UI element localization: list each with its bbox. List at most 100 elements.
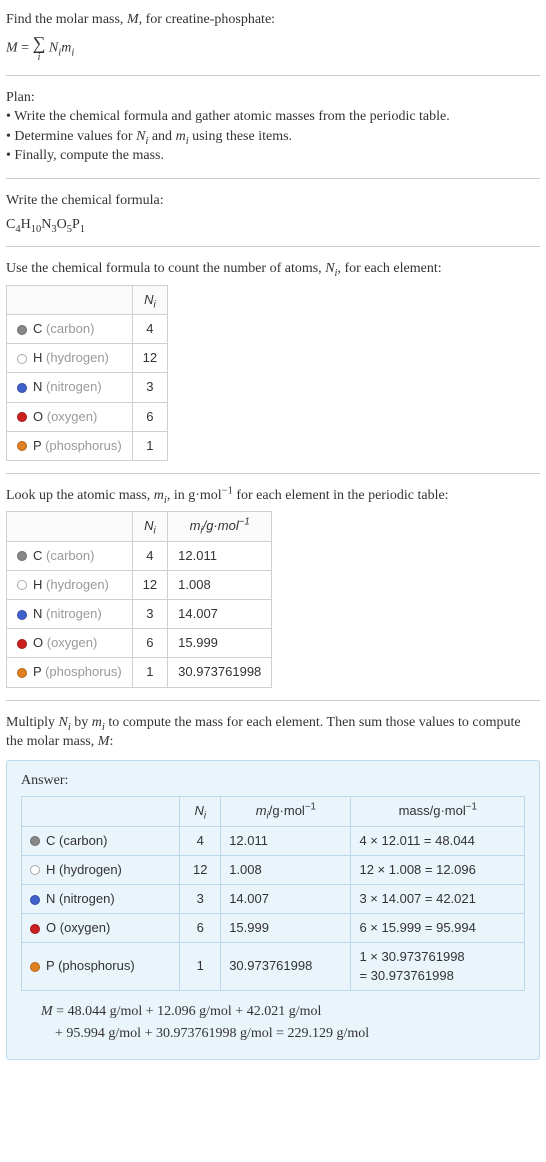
- element-dot-icon: [30, 865, 40, 875]
- element-cell: C (carbon): [7, 541, 133, 570]
- mi-value: 15.999: [221, 914, 351, 943]
- mi-value: 30.973761998: [221, 943, 351, 990]
- element-name: (nitrogen): [59, 891, 115, 906]
- element-name: (carbon): [46, 321, 94, 336]
- element-symbol: P: [46, 958, 54, 973]
- table-row: C (carbon)412.0114 × 12.011 = 48.044: [22, 826, 525, 855]
- ni-value: 1: [180, 943, 221, 990]
- element-cell: H (hydrogen): [7, 570, 133, 599]
- sigma-index: i: [33, 53, 46, 63]
- table-row: N (nitrogen)314.0073 × 14.007 = 42.021: [22, 884, 525, 913]
- element-symbol: O: [33, 409, 43, 424]
- sigma-icon: ∑i: [33, 34, 46, 63]
- equals: =: [18, 40, 33, 55]
- mi-value: 14.007: [168, 600, 272, 629]
- mass-value: 6 × 15.999 = 95.994: [351, 914, 525, 943]
- var-m: M: [98, 734, 110, 749]
- mi-value: 1.008: [168, 570, 272, 599]
- element-cell: H (hydrogen): [22, 855, 180, 884]
- mass-value: 1 × 30.973761998= 30.973761998: [351, 943, 525, 990]
- element-cell: H (hydrogen): [7, 344, 133, 373]
- ni-value: 1: [132, 658, 167, 687]
- element-dot-icon: [17, 412, 27, 422]
- element-dot-icon: [17, 325, 27, 335]
- molar-mass-equation: M = ∑i Nimi: [6, 34, 540, 63]
- ni-value: 6: [132, 629, 167, 658]
- ni-value: 12: [180, 855, 221, 884]
- mass-block: Look up the atomic mass, mi, in g·mol−1 …: [6, 486, 540, 688]
- sum-line-2: + 95.994 g/mol + 30.973761998 g/mol = 22…: [41, 1023, 525, 1045]
- element-h: H: [21, 217, 31, 232]
- element-symbol: N: [33, 379, 42, 394]
- element-symbol: H: [33, 350, 42, 365]
- element-dot-icon: [17, 551, 27, 561]
- element-symbol: N: [33, 606, 42, 621]
- count-block: Use the chemical formula to count the nu…: [6, 259, 540, 461]
- table-row: C (carbon)4: [7, 314, 168, 343]
- table-row: O (oxygen)615.999: [7, 629, 272, 658]
- element-n: N: [41, 217, 51, 232]
- ni-value: 12: [132, 570, 167, 599]
- element-symbol: O: [46, 920, 56, 935]
- divider: [6, 178, 540, 179]
- element-symbol: C: [33, 548, 42, 563]
- col-element: [22, 797, 180, 826]
- mass-heading: Look up the atomic mass, mi, in g·mol−1 …: [6, 486, 540, 506]
- mass-value: 4 × 12.011 = 48.044: [351, 826, 525, 855]
- col-ni: Ni: [132, 512, 167, 541]
- element-p: P: [72, 217, 80, 232]
- multiply-block: Multiply Ni by mi to compute the mass fo…: [6, 713, 540, 752]
- table-row: H (hydrogen)121.008: [7, 570, 272, 599]
- text: , for each element:: [337, 261, 441, 276]
- element-o: O: [57, 217, 67, 232]
- element-cell: O (oxygen): [7, 402, 133, 431]
- element-dot-icon: [30, 962, 40, 972]
- table-row: C (carbon)412.011: [7, 541, 272, 570]
- text: , for creatine-phosphate:: [139, 12, 275, 27]
- element-name: (phosphorus): [45, 438, 122, 453]
- element-name: (hydrogen): [46, 577, 109, 592]
- element-symbol: P: [33, 664, 41, 679]
- ni-value: 6: [180, 914, 221, 943]
- answer-label: Answer:: [21, 771, 525, 791]
- element-symbol: N: [46, 891, 55, 906]
- col-element: [7, 285, 133, 314]
- text: Look up the atomic mass,: [6, 488, 154, 503]
- element-dot-icon: [17, 580, 27, 590]
- text: , in g·mol: [167, 488, 222, 503]
- element-cell: N (nitrogen): [22, 884, 180, 913]
- col-mi: mi/g·mol−1: [221, 797, 351, 826]
- element-symbol: O: [33, 635, 43, 650]
- var-m: M: [127, 12, 139, 27]
- element-cell: O (oxygen): [22, 914, 180, 943]
- text: and: [148, 129, 175, 144]
- ni-value: 3: [132, 600, 167, 629]
- chem-formula-block: Write the chemical formula: C4H10N3O5P1: [6, 191, 540, 234]
- molar-mass-sum: M = 48.044 g/mol + 12.096 g/mol + 42.021…: [21, 1001, 525, 1046]
- sub-i: i: [71, 47, 74, 58]
- plan-bullet: • Write the chemical formula and gather …: [6, 107, 540, 127]
- text: by: [71, 715, 92, 730]
- ni-value: 1: [132, 431, 167, 460]
- text: Find the molar mass,: [6, 12, 127, 27]
- plan-bullet: • Determine values for Ni and mi using t…: [6, 127, 540, 147]
- element-symbol: H: [46, 862, 55, 877]
- sub-count: 1: [80, 223, 85, 234]
- element-name: (oxygen): [47, 409, 98, 424]
- var-n: N: [49, 40, 58, 55]
- mi-value: 14.007: [221, 884, 351, 913]
- divider: [6, 75, 540, 76]
- element-name: (oxygen): [60, 920, 111, 935]
- element-name: (hydrogen): [46, 350, 109, 365]
- element-dot-icon: [30, 895, 40, 905]
- mass-value: 12 × 1.008 = 12.096: [351, 855, 525, 884]
- element-dot-icon: [17, 668, 27, 678]
- mi-value: 15.999: [168, 629, 272, 658]
- element-name: (carbon): [59, 833, 107, 848]
- plan-bullet: • Finally, compute the mass.: [6, 146, 540, 166]
- col-element: [7, 512, 133, 541]
- answer-box: Answer: Ni mi/g·mol−1 mass/g·mol−1 C (ca…: [6, 760, 540, 1061]
- element-symbol: P: [33, 438, 41, 453]
- element-cell: C (carbon): [22, 826, 180, 855]
- table-row: H (hydrogen)121.00812 × 1.008 = 12.096: [22, 855, 525, 884]
